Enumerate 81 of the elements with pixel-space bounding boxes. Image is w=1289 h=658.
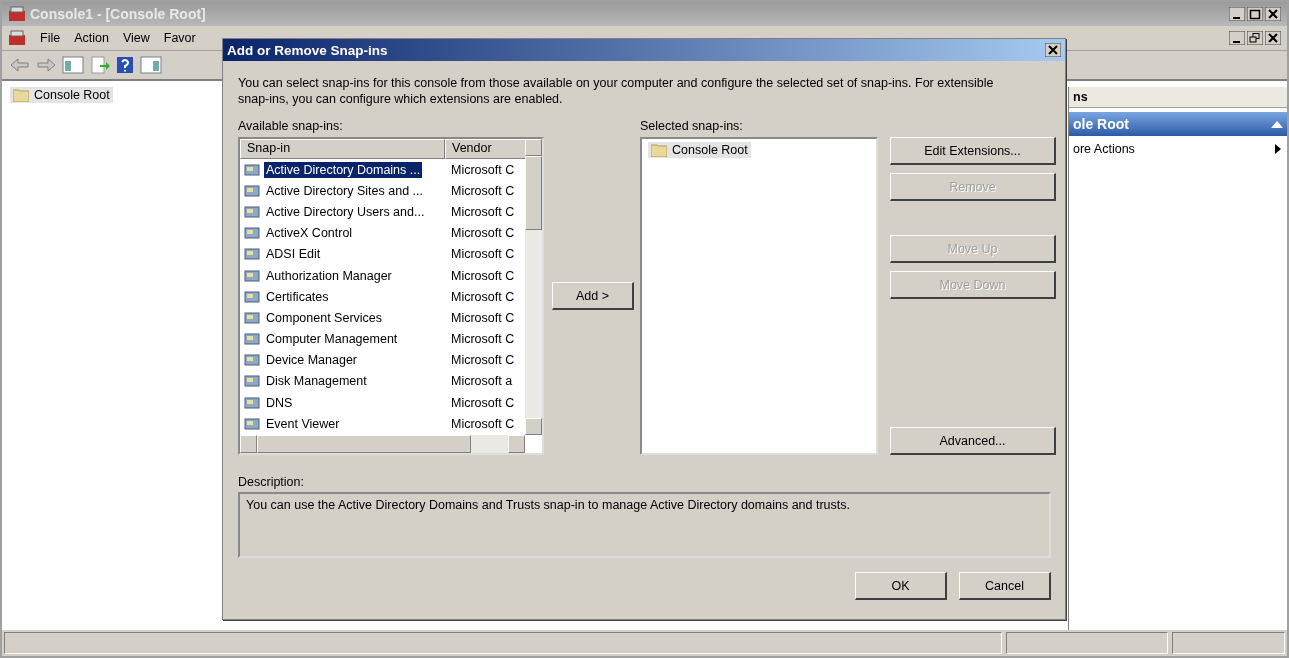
folder-icon: [13, 88, 29, 102]
intro-text: You can select snap-ins for this console from those available on your computer and configure the selected set of snap-ins. For extensible snap-ins, you can configure which extensions are enabled.: [238, 75, 995, 107]
snap-in-name[interactable]: ActiveX Control: [264, 225, 355, 242]
description-label: Description:: [238, 475, 305, 489]
side-button[interactable]: Edit Extensions...: [890, 137, 1056, 165]
vendor-cell-text: Microsoft C: [450, 395, 516, 410]
selected-label: Selected snap-ins:: [640, 119, 744, 133]
snap-in-icon: [244, 225, 260, 242]
selected-item[interactable]: Console Root: [648, 142, 751, 158]
description-text: You can use the Active Directory Domains and Trusts snap-in to manage Active Directory domains and trusts.: [238, 492, 1051, 558]
snap-in-name[interactable]: DNS: [264, 394, 295, 411]
snap-in-icon: [244, 267, 260, 284]
export-list-icon[interactable]: [90, 55, 110, 75]
vendor-cell-text: Microsoft C: [450, 310, 516, 325]
window-title: Console1 - [Console Root]: [30, 6, 206, 22]
vendor-cell-text: Microsoft C: [450, 162, 516, 177]
snap-in-name[interactable]: Event Viewer: [264, 415, 342, 432]
snap-in-icon: [244, 161, 260, 178]
tree-item[interactable]: Console Root: [10, 87, 113, 103]
vendor-cell-text: Microsoft C: [450, 353, 516, 368]
minimize-icon[interactable]: [1229, 31, 1245, 45]
collapse-icon[interactable]: [1271, 120, 1283, 128]
console-tree-icon[interactable]: [62, 55, 84, 75]
snap-in-icon: [244, 309, 260, 326]
vendor-cell-text: Microsoft C: [450, 183, 516, 198]
snap-in-name[interactable]: Active Directory Sites and ...: [264, 182, 425, 199]
available-label: Available snap-ins:: [238, 119, 344, 133]
folder-icon: [651, 143, 667, 157]
restore-icon[interactable]: [1247, 31, 1263, 45]
snap-in-icon: [244, 415, 260, 432]
dialog-button[interactable]: OK: [855, 572, 947, 600]
menu-item[interactable]: Favor: [163, 31, 196, 45]
advanced-button[interactable]: Advanced...: [890, 427, 1056, 455]
snap-in-name[interactable]: Authorization Manager: [264, 267, 394, 284]
column-header[interactable]: Snap-in: [240, 139, 445, 159]
app-icon: [8, 6, 26, 22]
maximize-icon[interactable]: [1247, 7, 1263, 21]
snap-in-icon: [244, 373, 260, 390]
snap-in-icon: [244, 246, 260, 263]
add-button[interactable]: Add >: [552, 282, 634, 310]
snap-in-name[interactable]: ADSI Edit: [264, 246, 323, 263]
menu-item[interactable]: Action: [74, 31, 109, 45]
action-pane-icon[interactable]: [140, 55, 162, 75]
dialog-button[interactable]: Cancel: [959, 572, 1051, 600]
actions-section-header[interactable]: ole Root: [1069, 112, 1287, 136]
snap-in-icon: [244, 288, 260, 305]
action-item[interactable]: ore Actions: [1069, 136, 1287, 156]
dialog-title: Add or Remove Snap-ins: [227, 42, 388, 58]
vendor-cell-text: Microsoft C: [450, 289, 516, 304]
snap-in-name[interactable]: Certificates: [264, 288, 331, 305]
snap-in-name[interactable]: Disk Management: [264, 373, 369, 390]
help-icon[interactable]: [116, 56, 134, 74]
snap-in-icon: [244, 331, 260, 348]
menu-item[interactable]: View: [122, 31, 150, 45]
snap-in-icon: [244, 352, 260, 369]
vendor-cell-text: Microsoft C: [450, 204, 516, 219]
close-icon[interactable]: [1265, 7, 1281, 21]
menu-item[interactable]: File: [40, 31, 61, 45]
vendor-cell-text: Microsoft C: [450, 332, 516, 347]
snap-in-icon: [244, 203, 260, 220]
snap-in-name[interactable]: Computer Management: [264, 331, 400, 348]
snap-in-icon: [244, 182, 260, 199]
vertical-scrollbar[interactable]: [525, 139, 542, 435]
actions-header: ns: [1069, 87, 1287, 108]
snap-in-name[interactable]: Component Services: [264, 309, 385, 326]
vendor-cell-text: Microsoft C: [450, 416, 516, 431]
vendor-cell-text: Microsoft C: [450, 268, 516, 283]
snap-in-name[interactable]: Active Directory Domains ...: [264, 161, 423, 178]
vendor-cell-text: Microsoft C: [450, 247, 516, 262]
submenu-arrow-icon: [1275, 144, 1281, 154]
snap-in-name[interactable]: Device Manager: [264, 352, 359, 369]
column-header[interactable]: Vendor: [445, 139, 527, 159]
vendor-cell-text: Microsoft C: [450, 226, 516, 241]
snap-in-name[interactable]: Active Directory Users and...: [264, 203, 427, 220]
snap-in-icon: [244, 394, 260, 411]
minimize-icon[interactable]: [1229, 7, 1245, 21]
horizontal-scrollbar[interactable]: [240, 435, 525, 453]
close-icon[interactable]: [1045, 43, 1061, 57]
app-icon: [8, 30, 26, 46]
close-icon[interactable]: [1265, 31, 1281, 45]
vendor-cell-text: Microsoft a: [450, 374, 514, 389]
